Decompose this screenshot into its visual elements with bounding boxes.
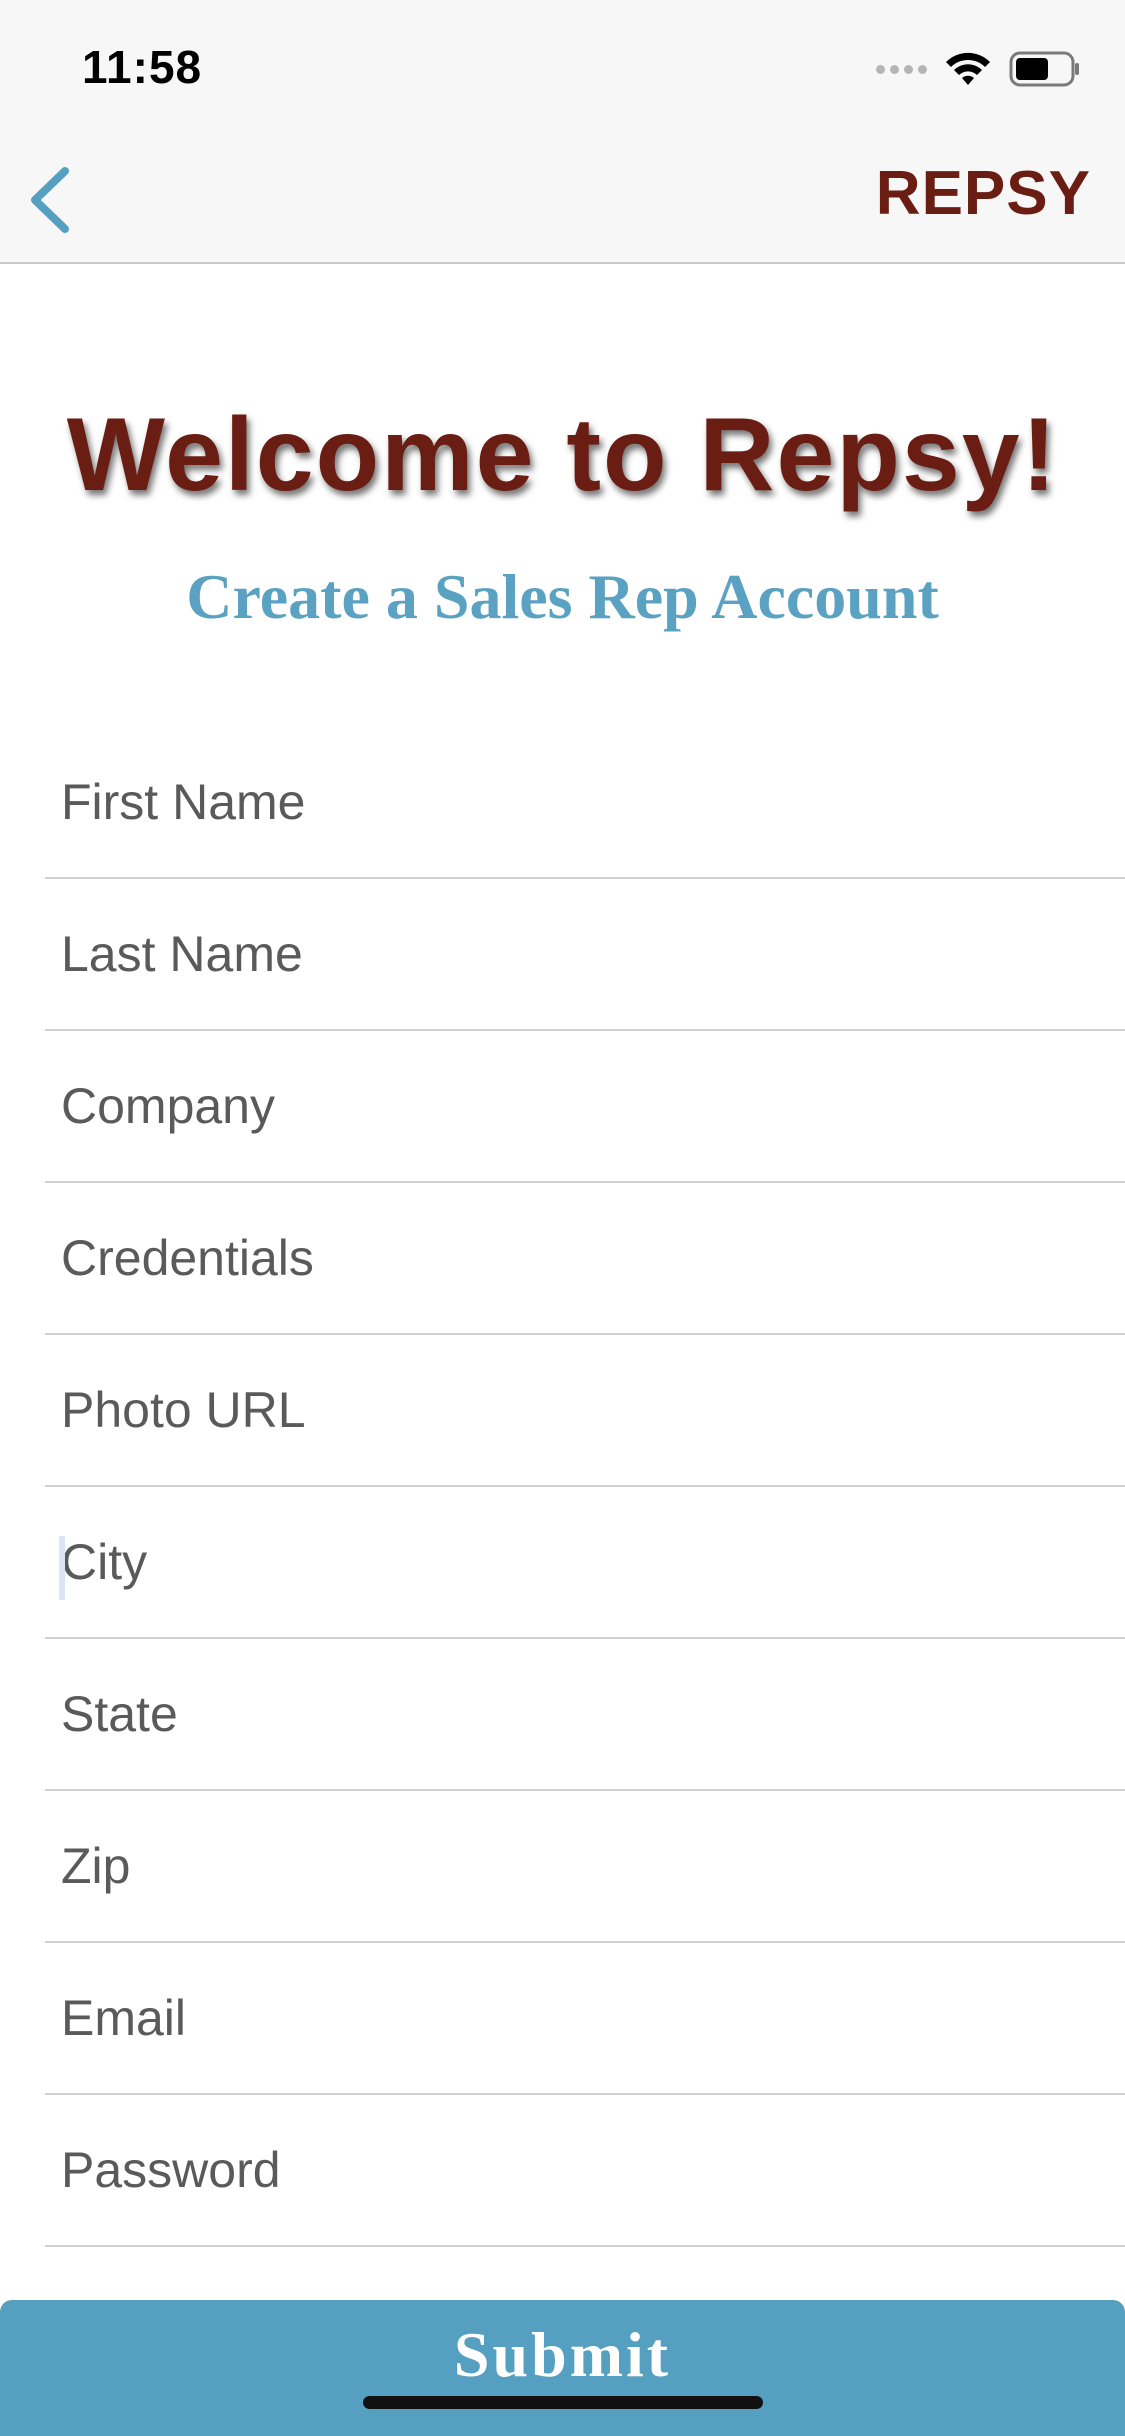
- back-button[interactable]: [14, 160, 84, 240]
- first-name-row: [45, 727, 1125, 879]
- photo-url-field[interactable]: [45, 1335, 1125, 1485]
- company-field[interactable]: [45, 1031, 1125, 1181]
- password-row: [45, 2095, 1125, 2247]
- status-icons: [876, 48, 1081, 90]
- state-field[interactable]: [45, 1639, 1125, 1789]
- first-name-field[interactable]: [45, 727, 1125, 877]
- submit-button[interactable]: Submit: [0, 2300, 1125, 2436]
- credentials-field[interactable]: [45, 1183, 1125, 1333]
- chevron-left-icon: [31, 167, 69, 233]
- credentials-row: [45, 1183, 1125, 1335]
- last-name-row: [45, 879, 1125, 1031]
- battery-icon: [1009, 51, 1079, 87]
- status-time: 11:58: [82, 41, 203, 93]
- city-row: [45, 1487, 1125, 1639]
- photo-url-row: [45, 1335, 1125, 1487]
- home-indicator: [363, 2396, 763, 2409]
- submit-label: Submit: [453, 2319, 672, 2390]
- welcome-heading: Welcome to Repsy!: [66, 397, 1059, 513]
- state-row: [45, 1639, 1125, 1791]
- signup-form: [45, 727, 1125, 2247]
- password-field[interactable]: [45, 2095, 1125, 2245]
- email-row: [45, 1943, 1125, 2095]
- company-row: [45, 1031, 1125, 1183]
- subtitle-heading: Create a Sales Rep Account: [186, 561, 939, 632]
- zip-row: [45, 1791, 1125, 1943]
- cellular-signal-icon: [876, 64, 927, 74]
- navigation-bar: 11:58 REPSY: [0, 0, 1125, 264]
- nav-title: REPSY: [875, 159, 1091, 228]
- last-name-field[interactable]: [45, 879, 1125, 1029]
- email-field[interactable]: [45, 1943, 1125, 2093]
- text-cursor: [59, 1536, 65, 1600]
- city-field[interactable]: [45, 1487, 1125, 1637]
- sales-rep-signup-screen: 11:58 REPSY Welcome to Repsy! Create a S…: [0, 0, 1125, 2436]
- wifi-icon: [946, 52, 990, 85]
- zip-field[interactable]: [45, 1791, 1125, 1941]
